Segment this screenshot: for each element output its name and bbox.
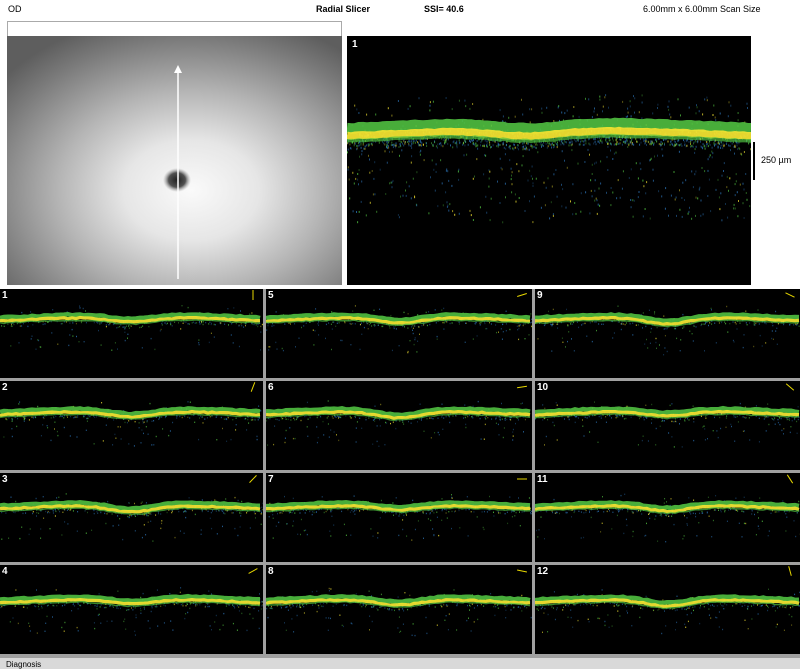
main-bscan-svg <box>347 94 751 224</box>
main-bscan-number: 1 <box>352 39 358 50</box>
slice-svg <box>535 383 800 448</box>
diagnosis-label: Diagnosis <box>6 660 42 669</box>
scale-bar <box>753 142 755 180</box>
slice-svg <box>0 382 263 447</box>
slice-svg <box>0 475 263 542</box>
slice-number: 12 <box>537 566 549 577</box>
fundus-image[interactable] <box>7 36 342 285</box>
fundus-info-strip <box>7 21 342 37</box>
direction-arrow-icon <box>517 569 527 573</box>
slice-number: 4 <box>2 566 8 577</box>
slice-grid: 1 2 3 4 5 6 7 8 9 10 11 12 <box>0 289 800 658</box>
slice-number: 6 <box>268 382 274 393</box>
slice-thumbnail[interactable]: 4 <box>0 565 263 654</box>
slice-thumbnail[interactable]: 5 <box>266 289 532 378</box>
footer-bar <box>0 658 800 669</box>
fundus-svg <box>7 36 342 285</box>
slice-svg <box>535 292 800 356</box>
ssi-value: SSI= 40.6 <box>424 4 464 14</box>
slice-number: 2 <box>2 382 8 393</box>
slice-number: 7 <box>268 474 274 485</box>
scan-size-label: 6.00mm x 6.00mm Scan Size <box>643 4 761 14</box>
slice-svg <box>266 385 531 447</box>
direction-arrow-icon <box>788 566 792 576</box>
slice-svg <box>0 568 263 636</box>
direction-arrow-icon <box>517 293 527 297</box>
direction-arrow-icon <box>248 568 258 574</box>
slice-thumbnail[interactable]: 11 <box>535 473 800 562</box>
slice-thumbnail[interactable]: 8 <box>266 565 532 654</box>
slice-number: 11 <box>537 474 548 485</box>
slice-svg <box>0 290 263 351</box>
slice-number: 8 <box>268 566 274 577</box>
slice-svg <box>535 566 800 635</box>
main-bscan[interactable]: 1 <box>347 36 751 285</box>
eye-label: OD <box>8 4 22 14</box>
direction-arrow-icon <box>785 383 795 391</box>
direction-arrow-icon <box>786 474 794 484</box>
slice-svg <box>266 478 532 541</box>
direction-arrow-icon <box>249 475 257 483</box>
scale-label: 250 µm <box>761 155 792 165</box>
fovea-spot <box>163 168 191 192</box>
slice-thumbnail[interactable]: 9 <box>535 289 800 378</box>
slice-thumbnail[interactable]: 1 <box>0 289 263 378</box>
slice-thumbnail[interactable]: 6 <box>266 381 532 470</box>
direction-arrow-icon <box>517 385 527 389</box>
slice-thumbnail[interactable]: 2 <box>0 381 263 470</box>
slice-number: 1 <box>2 290 8 301</box>
slice-thumbnail[interactable]: 3 <box>0 473 263 562</box>
slice-number: 10 <box>537 382 549 393</box>
slice-svg <box>266 293 532 354</box>
direction-arrow-icon <box>250 382 256 392</box>
slice-thumbnail[interactable]: 12 <box>535 565 800 654</box>
slice-number: 3 <box>2 474 8 485</box>
slice-thumbnail[interactable]: 10 <box>535 381 800 470</box>
direction-arrow-icon <box>785 292 795 298</box>
page-title: Radial Slicer <box>316 4 371 14</box>
slice-number: 9 <box>537 290 543 301</box>
slice-number: 5 <box>268 290 274 301</box>
slice-thumbnail[interactable]: 7 <box>266 473 532 562</box>
slice-svg <box>266 569 532 637</box>
slice-svg <box>535 474 800 543</box>
